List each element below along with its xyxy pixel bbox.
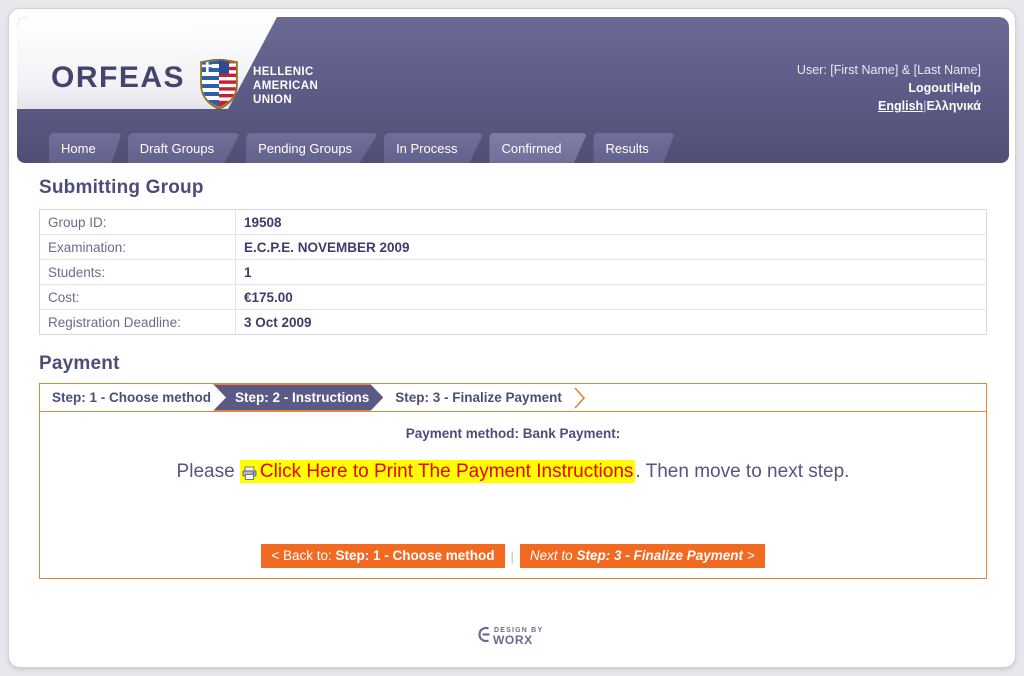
org-name-line-2: AMERICAN	[253, 80, 319, 92]
language-greek-link[interactable]: Ελληνικά	[926, 99, 981, 113]
step-1-label: Step: 1 - Choose method	[52, 390, 212, 405]
row-value: E.C.P.E. NOVEMBER 2009	[235, 234, 987, 260]
payment-section-title: Payment	[39, 353, 120, 374]
hellenic-american-union-shield-icon	[200, 59, 238, 109]
table-row: Group ID: 19508	[39, 209, 987, 235]
step-3-finalize-payment[interactable]: Step: 3 - Finalize Payment	[383, 384, 572, 411]
page-card: ORFEAS HELLENIC AMERICAN UNION User: [Fi…	[8, 8, 1016, 668]
tab-pending-groups[interactable]: Pending Groups	[246, 133, 379, 163]
org-name: HELLENIC AMERICAN UNION	[253, 65, 318, 107]
payment-step-indicator: Step: 1 - Choose method Step: 2 - Instru…	[40, 384, 986, 412]
instruction-prefix: Please	[176, 461, 240, 482]
buttons-separator: |	[510, 548, 514, 564]
table-row: Examination: E.C.P.E. NOVEMBER 2009	[39, 234, 987, 260]
next-to-step-3-button[interactable]: Next to Step: 3 - Finalize Payment >	[519, 544, 765, 568]
site-footer: DESIGN BY WORX	[9, 622, 1015, 653]
step-1-choose-method[interactable]: Step: 1 - Choose method	[40, 384, 221, 411]
page-title: Submitting Group	[39, 177, 204, 198]
language-links: English|Ελληνικά	[797, 97, 981, 115]
step-3-label: Step: 3 - Finalize Payment	[395, 390, 562, 405]
payment-body: Payment method: Bank Payment: Please Cli…	[40, 412, 986, 578]
table-row: Students: 1	[39, 259, 987, 285]
row-label: Examination:	[39, 234, 236, 260]
eworx-logo-link[interactable]: DESIGN BY WORX	[474, 622, 552, 653]
step-2-label: Step: 2 - Instructions	[235, 390, 370, 405]
svg-text:WORX: WORX	[493, 633, 533, 647]
row-label: Students:	[39, 259, 236, 285]
help-link[interactable]: Help	[954, 81, 981, 95]
logout-link[interactable]: Logout	[908, 81, 950, 95]
payment-method-line: Payment method: Bank Payment:	[405, 426, 621, 441]
tab-confirmed[interactable]: Confirmed	[489, 133, 588, 163]
print-payment-instructions-link[interactable]: Click Here to Print The Payment Instruct…	[239, 460, 636, 483]
account-links: Logout|Help	[797, 79, 981, 97]
printer-icon	[242, 462, 257, 488]
tab-results-label: Results	[605, 140, 649, 156]
tab-draft-groups[interactable]: Draft Groups	[127, 133, 241, 163]
step-chevron-icon	[572, 384, 588, 411]
row-value: 3 Oct 2009	[235, 309, 987, 335]
instruction-suffix: . Then move to next step.	[635, 461, 850, 482]
back-to-step-1-button[interactable]: < Back to: Step: 1 - Choose method	[261, 544, 505, 568]
row-label: Registration Deadline:	[39, 309, 236, 335]
user-info-block: User: [First Name] & [Last Name] Logout|…	[797, 61, 981, 115]
main-navigation-tabs: Home Draft Groups Pending Groups In Proc…	[49, 133, 681, 163]
brand-wordmark[interactable]: ORFEAS	[51, 61, 185, 95]
row-label: Cost:	[39, 284, 236, 310]
tab-pending-groups-label: Pending Groups	[258, 140, 353, 156]
row-value: €175.00	[235, 284, 987, 310]
tab-home-label: Home	[61, 140, 96, 156]
row-label: Group ID:	[39, 209, 236, 235]
print-link-label: Click Here to Print The Payment Instruct…	[259, 461, 634, 482]
next-button-step-label: Step: 3 - Finalize Payment	[576, 548, 743, 563]
payment-panel: Step: 1 - Choose method Step: 2 - Instru…	[39, 383, 987, 579]
row-value: 19508	[244, 214, 282, 230]
org-name-line-1: HELLENIC	[253, 66, 314, 78]
eworx-logo-icon: DESIGN BY WORX	[478, 626, 542, 647]
next-button-prefix: Next to	[529, 548, 577, 563]
tab-confirmed-label: Confirmed	[501, 140, 562, 156]
org-name-line-3: UNION	[253, 94, 293, 106]
payment-instruction-line: Please Click Here to Print The Payment I…	[52, 459, 974, 488]
table-row: Registration Deadline: 3 Oct 2009	[39, 309, 987, 335]
tab-in-process-label: In Process	[396, 140, 458, 156]
table-row: Cost: €175.00	[39, 284, 987, 310]
row-value: 1	[235, 259, 987, 285]
page-content: Submitting Group Group ID: 19508 Examina…	[17, 167, 1009, 579]
next-button-suffix: >	[743, 548, 755, 563]
tab-home[interactable]: Home	[49, 133, 122, 163]
payment-navigation-buttons: < Back to: Step: 1 - Choose method | Nex…	[52, 544, 974, 568]
tab-in-process[interactable]: In Process	[384, 133, 484, 163]
tab-draft-groups-label: Draft Groups	[139, 140, 215, 156]
site-header: ORFEAS HELLENIC AMERICAN UNION User: [Fi…	[17, 17, 1009, 163]
tab-results[interactable]: Results	[593, 133, 675, 163]
back-button-prefix: < Back to:	[271, 548, 336, 563]
back-button-step-label: Step: 1 - Choose method	[335, 548, 495, 563]
step-2-instructions[interactable]: Step: 2 - Instructions	[213, 384, 383, 411]
user-name-label: User: [First Name] & [Last Name]	[796, 63, 981, 77]
group-info-table: Group ID: 19508 Examination: E.C.P.E. NO…	[39, 209, 987, 335]
language-english-link[interactable]: English	[878, 99, 923, 113]
